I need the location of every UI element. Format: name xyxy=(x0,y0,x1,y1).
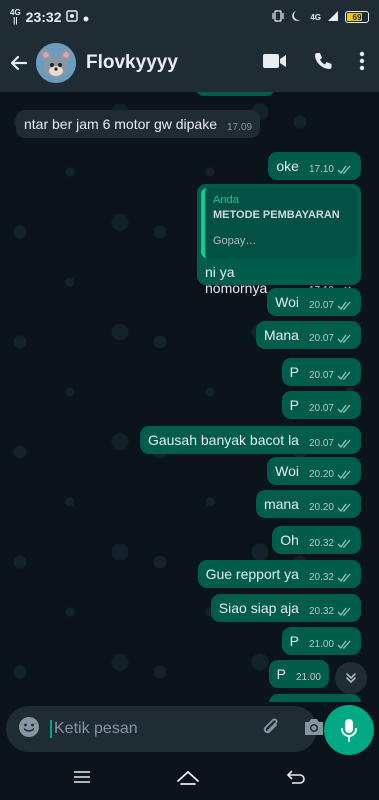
do-not-disturb-moon-icon xyxy=(291,9,304,25)
clock: 23:32 xyxy=(25,9,62,25)
signal-bars: || xyxy=(13,16,18,25)
back-arrow-icon[interactable] xyxy=(6,50,32,76)
attach-paperclip-icon[interactable] xyxy=(261,716,281,743)
microphone-icon xyxy=(341,719,357,742)
message-input[interactable] xyxy=(50,720,261,738)
message-time: 20.20 xyxy=(308,469,334,480)
message-text: Woi xyxy=(275,294,299,310)
read-ticks-icon xyxy=(337,470,351,479)
emoji-icon[interactable] xyxy=(18,716,40,743)
message-list[interactable]: ntar ber jam 6 motor gw dipake 17.09 oke… xyxy=(0,92,379,702)
quote-snippet: Gopay… xyxy=(213,235,257,247)
quote-title: METODE PEMBAYARAN xyxy=(213,209,340,221)
network-type-2: 4G xyxy=(310,12,321,22)
signal-icon xyxy=(327,10,339,25)
read-ticks-icon xyxy=(337,503,351,512)
read-ticks-icon xyxy=(337,439,351,448)
message-incoming[interactable]: ntar ber jam 6 motor gw dipake 17.09 xyxy=(16,110,261,138)
message-outgoing[interactable]: P 20.07 xyxy=(281,358,361,386)
message-time: 20.32 xyxy=(308,572,334,583)
message-text: P xyxy=(289,364,299,380)
voice-record-button[interactable] xyxy=(324,705,374,755)
message-time: 20.07 xyxy=(308,438,334,449)
message-text: Siao siap aja xyxy=(218,600,299,616)
camera-icon[interactable] xyxy=(303,718,325,741)
message-time: 20.07 xyxy=(308,300,334,311)
message-text: Gausah banyak bacot la xyxy=(147,432,299,448)
scroll-to-bottom-button[interactable] xyxy=(335,662,367,694)
more-options-icon[interactable] xyxy=(359,51,365,76)
message-time: 17.10 xyxy=(308,164,334,175)
read-ticks-icon xyxy=(337,334,351,343)
voice-call-icon[interactable] xyxy=(313,51,333,76)
notification-dot-icon xyxy=(83,10,89,25)
recent-apps-icon[interactable] xyxy=(73,770,91,789)
message-outgoing[interactable]: Gue repport ya 20.32 xyxy=(197,560,361,588)
message-text: Gue repport ya xyxy=(205,566,299,582)
gallery-notification-icon xyxy=(66,9,79,25)
message-time: 20.07 xyxy=(308,370,334,381)
message-text: ntar ber jam 6 motor gw dipake xyxy=(24,116,217,132)
message-text: oke xyxy=(276,158,299,174)
message-text: P xyxy=(276,666,286,682)
message-outgoing[interactable]: P 21.00 xyxy=(268,660,329,688)
read-ticks-icon xyxy=(337,539,351,548)
message-text: P xyxy=(289,397,299,413)
message-outgoing[interactable]: Woi 20.07 xyxy=(267,288,361,316)
message-outgoing[interactable]: Siao siap aja 20.32 xyxy=(210,594,361,622)
message-outgoing[interactable]: oke 17.10 xyxy=(268,152,361,180)
message-input-container xyxy=(6,706,323,752)
status-bar: 4G || 23:32 4G 69 xyxy=(0,0,379,34)
message-time: 17.09 xyxy=(226,122,253,133)
message-text: Mana xyxy=(263,327,299,343)
message-time: 20.32 xyxy=(308,606,334,617)
message-time: 21.00 xyxy=(308,639,334,650)
read-ticks-icon xyxy=(337,165,351,174)
quoted-message[interactable]: Anda METODE PEMBAYARAN Gopay… xyxy=(201,188,357,258)
home-icon[interactable] xyxy=(176,769,200,790)
battery-icon: 69 xyxy=(345,11,369,23)
read-ticks-icon xyxy=(337,301,351,310)
message-outgoing[interactable]: P 21.00 xyxy=(281,627,361,655)
composer xyxy=(0,702,379,758)
message-time: 21.00 xyxy=(295,672,321,683)
quote-sender: Anda xyxy=(213,194,239,206)
message-outgoing[interactable]: Gausah banyak bacot la 20.07 xyxy=(139,426,361,454)
message-time: 20.07 xyxy=(308,333,334,344)
contact-avatar[interactable] xyxy=(36,43,76,83)
read-ticks-icon xyxy=(337,640,351,649)
message-time: 20.07 xyxy=(308,403,334,414)
chat-header: Flovkyyyy xyxy=(0,34,379,92)
video-call-icon[interactable] xyxy=(263,53,287,74)
message-outgoing[interactable]: Oh 20.32 xyxy=(272,526,361,554)
message-outgoing[interactable]: mana 20.20 xyxy=(255,490,361,518)
system-navigation-bar xyxy=(0,758,379,800)
read-ticks-icon xyxy=(337,404,351,413)
battery-level: 69 xyxy=(352,12,362,22)
network-indicator: 4G || xyxy=(10,9,21,25)
message-outgoing[interactable]: Mana 20.07 xyxy=(255,321,361,349)
back-navigation-icon[interactable] xyxy=(286,769,306,790)
message-outgoing-reply[interactable]: Anda METODE PEMBAYARAN Gopay… ni ya nomo… xyxy=(197,184,361,296)
message-text: P xyxy=(289,633,299,649)
partial-message-top xyxy=(195,92,275,96)
partial-message-bottom xyxy=(269,694,361,702)
message-time: 20.20 xyxy=(308,502,334,513)
message-time: 20.32 xyxy=(308,538,334,549)
double-chevron-down-icon xyxy=(346,673,356,684)
read-ticks-icon xyxy=(337,573,351,582)
vibrate-icon xyxy=(271,9,285,26)
read-ticks-icon xyxy=(337,607,351,616)
message-text: mana xyxy=(263,496,299,512)
message-text: Oh xyxy=(280,532,299,548)
message-outgoing[interactable]: Woi 20.20 xyxy=(267,457,361,485)
message-text: Woi xyxy=(275,463,299,479)
read-ticks-icon xyxy=(337,371,351,380)
message-outgoing[interactable]: P 20.07 xyxy=(281,391,361,419)
contact-name[interactable]: Flovkyyyy xyxy=(86,52,178,74)
